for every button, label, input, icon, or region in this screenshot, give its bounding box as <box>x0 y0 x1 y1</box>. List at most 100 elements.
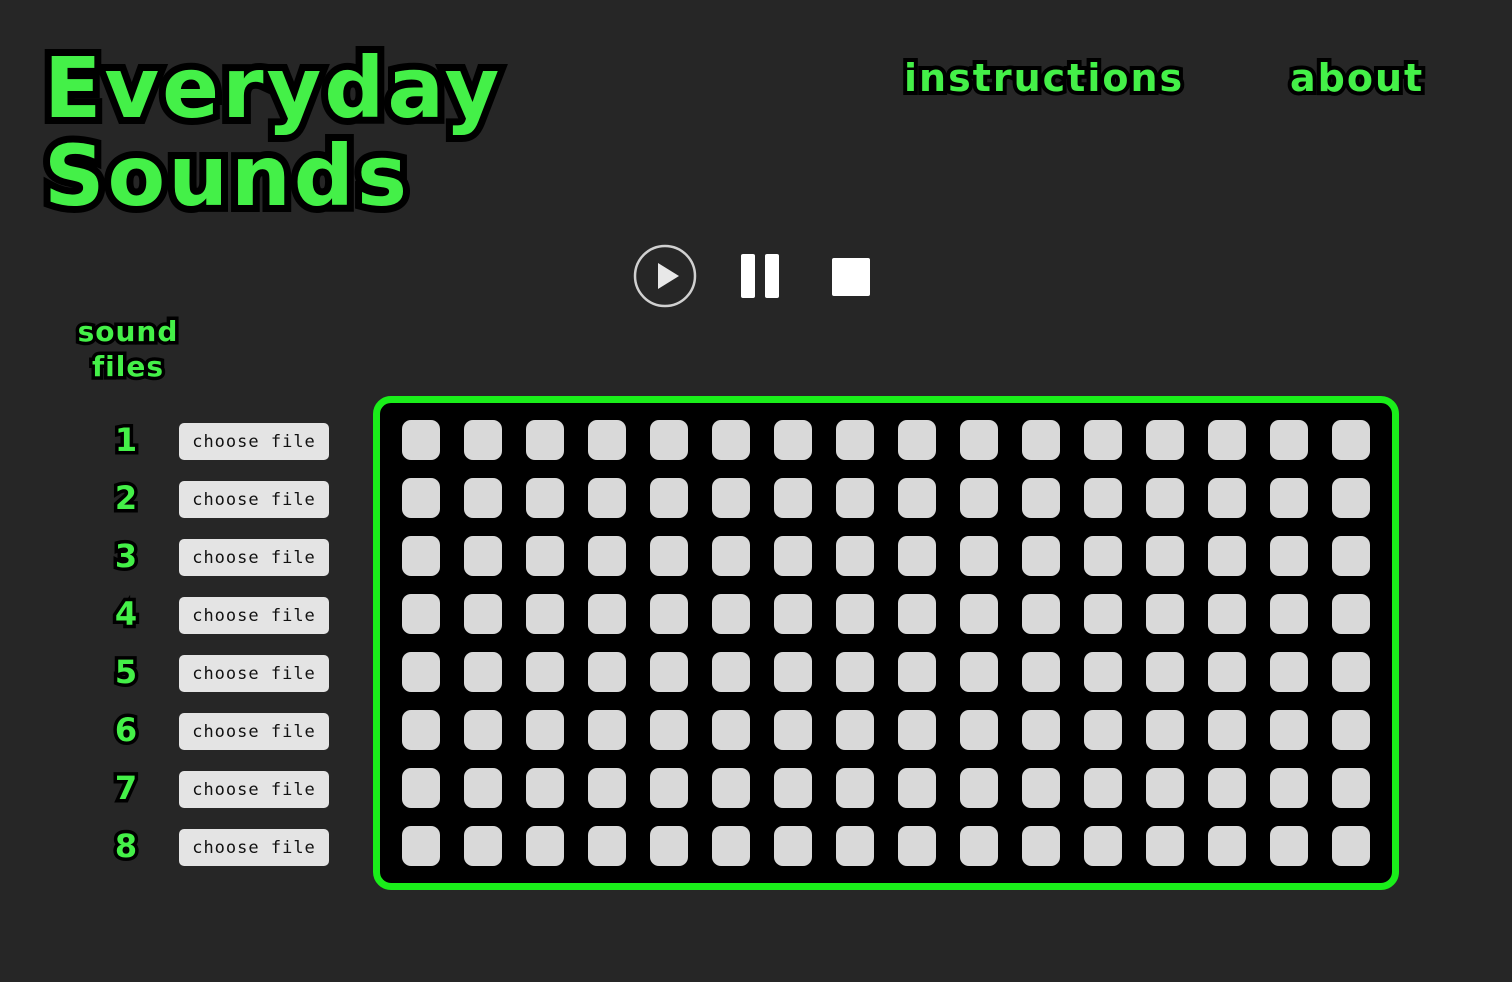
sequencer-pad[interactable] <box>1022 768 1060 808</box>
sequencer-pad[interactable] <box>1208 478 1246 518</box>
stop-icon[interactable] <box>831 257 871 297</box>
choose-file-button[interactable]: choose file <box>179 423 329 460</box>
sequencer-pad[interactable] <box>712 478 750 518</box>
choose-file-button[interactable]: choose file <box>179 655 329 692</box>
sequencer-pad[interactable] <box>1022 478 1060 518</box>
sequencer-pad[interactable] <box>464 536 502 576</box>
sequencer-pad[interactable] <box>526 710 564 750</box>
sequencer-pad[interactable] <box>650 420 688 460</box>
sequencer-pad[interactable] <box>1208 826 1246 866</box>
sequencer-pad[interactable] <box>1084 768 1122 808</box>
nav-instructions-link[interactable]: instructions <box>900 52 1186 104</box>
sequencer-pad[interactable] <box>402 826 440 866</box>
sequencer-pad[interactable] <box>1208 710 1246 750</box>
sequencer-pad[interactable] <box>1022 652 1060 692</box>
sequencer-pad[interactable] <box>588 420 626 460</box>
sequencer-pad[interactable] <box>1332 536 1370 576</box>
sequencer-pad[interactable] <box>650 536 688 576</box>
sequencer-pad[interactable] <box>1022 594 1060 634</box>
sequencer-pad[interactable] <box>1332 710 1370 750</box>
sequencer-pad[interactable] <box>1270 826 1308 866</box>
sequencer-pad[interactable] <box>588 652 626 692</box>
sequencer-pad[interactable] <box>712 420 750 460</box>
sequencer-pad[interactable] <box>898 826 936 866</box>
sequencer-pad[interactable] <box>774 768 812 808</box>
sequencer-pad[interactable] <box>1208 420 1246 460</box>
sequencer-pad[interactable] <box>898 536 936 576</box>
sequencer-pad[interactable] <box>650 478 688 518</box>
nav-about-link[interactable]: about <box>1286 52 1426 104</box>
sequencer-pad[interactable] <box>1084 420 1122 460</box>
choose-file-button[interactable]: choose file <box>179 713 329 750</box>
sequencer-pad[interactable] <box>650 594 688 634</box>
sequencer-pad[interactable] <box>1146 652 1184 692</box>
sequencer-pad[interactable] <box>1084 594 1122 634</box>
sequencer-pad[interactable] <box>960 652 998 692</box>
play-icon[interactable] <box>633 244 697 308</box>
sequencer-pad[interactable] <box>402 710 440 750</box>
sequencer-pad[interactable] <box>898 652 936 692</box>
sequencer-pad[interactable] <box>1022 826 1060 866</box>
sequencer-pad[interactable] <box>464 826 502 866</box>
sequencer-pad[interactable] <box>1146 826 1184 866</box>
sequencer-pad[interactable] <box>650 768 688 808</box>
sequencer-pad[interactable] <box>774 536 812 576</box>
sequencer-pad[interactable] <box>960 826 998 866</box>
sequencer-pad[interactable] <box>464 594 502 634</box>
sequencer-pad[interactable] <box>650 652 688 692</box>
sequencer-pad[interactable] <box>464 652 502 692</box>
sequencer-pad[interactable] <box>1270 536 1308 576</box>
choose-file-button[interactable]: choose file <box>179 771 329 808</box>
sequencer-pad[interactable] <box>650 710 688 750</box>
sequencer-pad[interactable] <box>1208 594 1246 634</box>
sequencer-pad[interactable] <box>1022 536 1060 576</box>
sequencer-pad[interactable] <box>1022 710 1060 750</box>
sequencer-pad[interactable] <box>526 594 564 634</box>
sequencer-pad[interactable] <box>898 420 936 460</box>
sequencer-pad[interactable] <box>1208 536 1246 576</box>
sequencer-pad[interactable] <box>1146 768 1184 808</box>
choose-file-button[interactable]: choose file <box>179 481 329 518</box>
sequencer-pad[interactable] <box>836 826 874 866</box>
sequencer-pad[interactable] <box>1084 710 1122 750</box>
sequencer-pad[interactable] <box>774 594 812 634</box>
sequencer-pad[interactable] <box>836 710 874 750</box>
sequencer-pad[interactable] <box>836 478 874 518</box>
sequencer-pad[interactable] <box>1270 420 1308 460</box>
sequencer-pad[interactable] <box>712 594 750 634</box>
sequencer-pad[interactable] <box>774 710 812 750</box>
sequencer-pad[interactable] <box>1270 652 1308 692</box>
sequencer-pad[interactable] <box>402 536 440 576</box>
sequencer-pad[interactable] <box>650 826 688 866</box>
sequencer-pad[interactable] <box>836 594 874 634</box>
sequencer-pad[interactable] <box>774 826 812 866</box>
sequencer-pad[interactable] <box>898 594 936 634</box>
sequencer-pad[interactable] <box>774 652 812 692</box>
sequencer-pad[interactable] <box>898 478 936 518</box>
sequencer-pad[interactable] <box>1022 420 1060 460</box>
sequencer-pad[interactable] <box>712 768 750 808</box>
sequencer-pad[interactable] <box>1208 652 1246 692</box>
sequencer-pad[interactable] <box>1332 826 1370 866</box>
sequencer-pad[interactable] <box>1084 826 1122 866</box>
sequencer-pad[interactable] <box>402 652 440 692</box>
sequencer-pad[interactable] <box>1270 768 1308 808</box>
pause-icon[interactable] <box>739 253 781 299</box>
sequencer-pad[interactable] <box>464 768 502 808</box>
sequencer-pad[interactable] <box>1270 594 1308 634</box>
sequencer-pad[interactable] <box>836 420 874 460</box>
sequencer-pad[interactable] <box>712 652 750 692</box>
sequencer-pad[interactable] <box>836 768 874 808</box>
sequencer-pad[interactable] <box>1084 536 1122 576</box>
sequencer-pad[interactable] <box>526 536 564 576</box>
sequencer-pad[interactable] <box>774 478 812 518</box>
sequencer-pad[interactable] <box>1270 478 1308 518</box>
sequencer-pad[interactable] <box>526 826 564 866</box>
sequencer-pad[interactable] <box>1208 768 1246 808</box>
sequencer-pad[interactable] <box>1332 768 1370 808</box>
sequencer-pad[interactable] <box>960 420 998 460</box>
sequencer-pad[interactable] <box>898 768 936 808</box>
sequencer-pad[interactable] <box>526 768 564 808</box>
sequencer-pad[interactable] <box>898 710 936 750</box>
choose-file-button[interactable]: choose file <box>179 829 329 866</box>
